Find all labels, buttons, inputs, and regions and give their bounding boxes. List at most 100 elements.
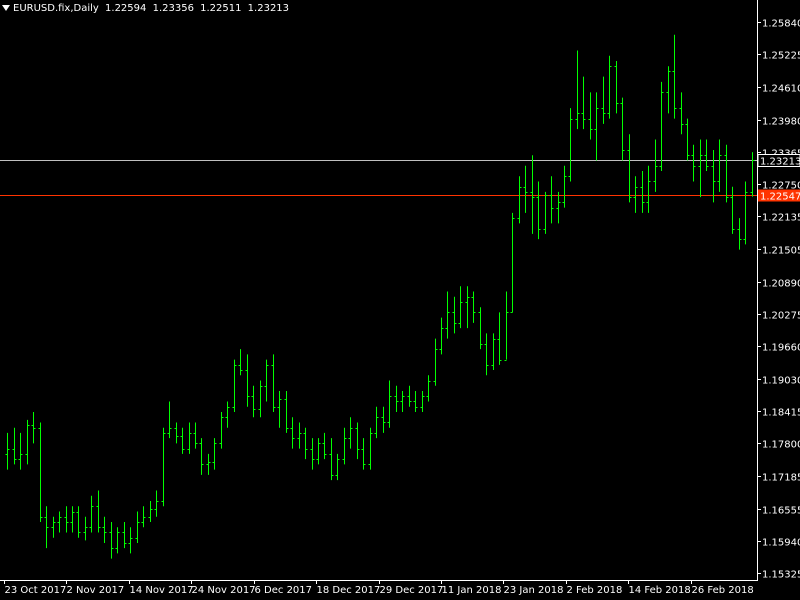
ohlc-bar xyxy=(64,506,69,533)
ohlc-bar xyxy=(685,118,690,161)
y-tick-label: 1.15325 xyxy=(762,570,800,581)
ohlc-bar xyxy=(620,97,625,161)
ohlc-bar xyxy=(556,191,561,224)
y-tick-label: 1.25225 xyxy=(762,51,800,62)
ohlc-bar xyxy=(504,291,509,361)
ohlc-bar xyxy=(232,359,237,412)
ohlc-bar xyxy=(342,427,347,465)
ohlc-bar xyxy=(12,427,17,465)
y-tick-label: 1.23980 xyxy=(762,117,800,128)
ohlc-bar xyxy=(25,419,30,465)
ohlc-bar xyxy=(258,380,263,418)
x-tick-label: 26 Feb 2018 xyxy=(692,585,754,596)
y-tick-label: 1.24610 xyxy=(762,84,800,95)
ohlc-bar xyxy=(102,516,107,543)
ohlc-bar xyxy=(44,506,49,549)
ohlc-bar xyxy=(711,150,716,203)
ohlc-bar xyxy=(329,438,334,481)
ohlc-bar xyxy=(633,176,638,213)
x-tick-label: 14 Nov 2017 xyxy=(130,585,194,596)
ohlc-bar xyxy=(167,401,172,439)
ohlc-bar xyxy=(659,81,664,171)
ohlc-bar xyxy=(517,176,522,224)
ohlc-bar xyxy=(530,155,535,234)
ohlc-bar xyxy=(653,139,658,192)
ohlc-bar xyxy=(594,92,599,161)
ohlc-bar xyxy=(698,139,703,198)
ohlc-bar xyxy=(335,453,340,481)
ohlc-bar xyxy=(180,427,185,454)
ohlc-bar xyxy=(297,422,302,449)
ohlc-bar xyxy=(290,417,295,449)
ohlc-bar xyxy=(575,50,580,130)
ohlc-bar xyxy=(750,152,755,197)
y-tick-label: 1.19030 xyxy=(762,376,800,387)
ohlc-bar xyxy=(672,34,677,119)
ohlc-bar xyxy=(601,76,606,124)
ohlc-bar xyxy=(368,427,373,470)
y-tick-label: 1.25840 xyxy=(762,19,800,30)
ohlc-bar xyxy=(284,391,289,433)
ohlc-bar xyxy=(536,181,541,240)
ohlc-bar xyxy=(109,521,114,559)
ohlc-bar xyxy=(83,516,88,541)
ohlc-bar xyxy=(76,506,81,538)
x-tick-label: 2 Feb 2018 xyxy=(567,585,623,596)
ohlc-bar xyxy=(31,411,36,444)
ohlc-bar xyxy=(491,333,496,371)
ohlc-bar xyxy=(212,438,217,470)
ohlc-bar xyxy=(737,218,742,250)
ohlc-bar xyxy=(724,144,729,203)
ohlc-bar xyxy=(128,527,133,554)
ohlc-bar xyxy=(607,55,612,119)
current-price-label: 1.23213 xyxy=(760,157,800,168)
ohlc-bar xyxy=(640,170,645,213)
ohlc-bar xyxy=(219,411,224,449)
ohlc-bar xyxy=(691,144,696,182)
ohlc-bar xyxy=(206,453,211,475)
ohlc-bar xyxy=(89,495,94,533)
ohlc-bar xyxy=(543,191,548,234)
ohlc-bar xyxy=(400,391,405,412)
x-tick-label: 14 Feb 2018 xyxy=(629,585,691,596)
ohlc-bar xyxy=(588,92,593,140)
ohlc-bar xyxy=(115,527,120,554)
ohlc-bar xyxy=(478,307,483,350)
ohlc-bar xyxy=(666,66,671,114)
price-chart[interactable]: 1.258401.252251.246101.239801.233651.227… xyxy=(0,0,800,600)
ohlc-bar xyxy=(568,108,573,182)
ohlc-bar xyxy=(161,427,166,507)
ohlc-bar xyxy=(135,511,140,543)
ohlc-bar xyxy=(381,406,386,433)
bid-price-label: 1.22547 xyxy=(760,192,800,203)
ohlc-bar xyxy=(743,181,748,245)
y-tick-label: 1.20890 xyxy=(762,279,800,290)
x-tick-label: 23 Oct 2017 xyxy=(5,585,67,596)
y-tick-label: 1.18415 xyxy=(762,408,800,419)
ohlc-bar xyxy=(264,359,269,402)
ohlc-bar xyxy=(245,354,250,407)
y-tick-label: 1.22135 xyxy=(762,213,800,224)
ohlc-bar xyxy=(484,333,489,376)
ohlc-bar xyxy=(303,427,308,460)
ohlc-bar xyxy=(154,490,159,517)
y-tick-label: 1.19660 xyxy=(762,343,800,354)
ohlc-bar xyxy=(614,60,619,114)
ohlc-bar xyxy=(562,165,567,208)
ohlc-bar xyxy=(271,354,276,412)
ohlc-bar xyxy=(679,92,684,135)
ohlc-bar xyxy=(581,76,586,130)
ohlc-bar xyxy=(497,312,502,365)
ohlc-bar xyxy=(251,385,256,418)
ohlc-bar xyxy=(96,490,101,533)
ohlc-bar xyxy=(70,506,75,533)
ohlc-bar xyxy=(187,422,192,454)
ohlc-bar xyxy=(277,391,282,428)
y-tick-label: 1.17185 xyxy=(762,473,800,484)
y-tick-label: 1.15940 xyxy=(762,538,800,549)
ohlc-bar xyxy=(310,438,315,470)
ohlc-bar xyxy=(5,432,10,470)
x-tick-label: 6 Dec 2017 xyxy=(255,585,313,596)
ohlc-bar xyxy=(361,438,366,470)
ohlc-bar xyxy=(18,432,23,470)
